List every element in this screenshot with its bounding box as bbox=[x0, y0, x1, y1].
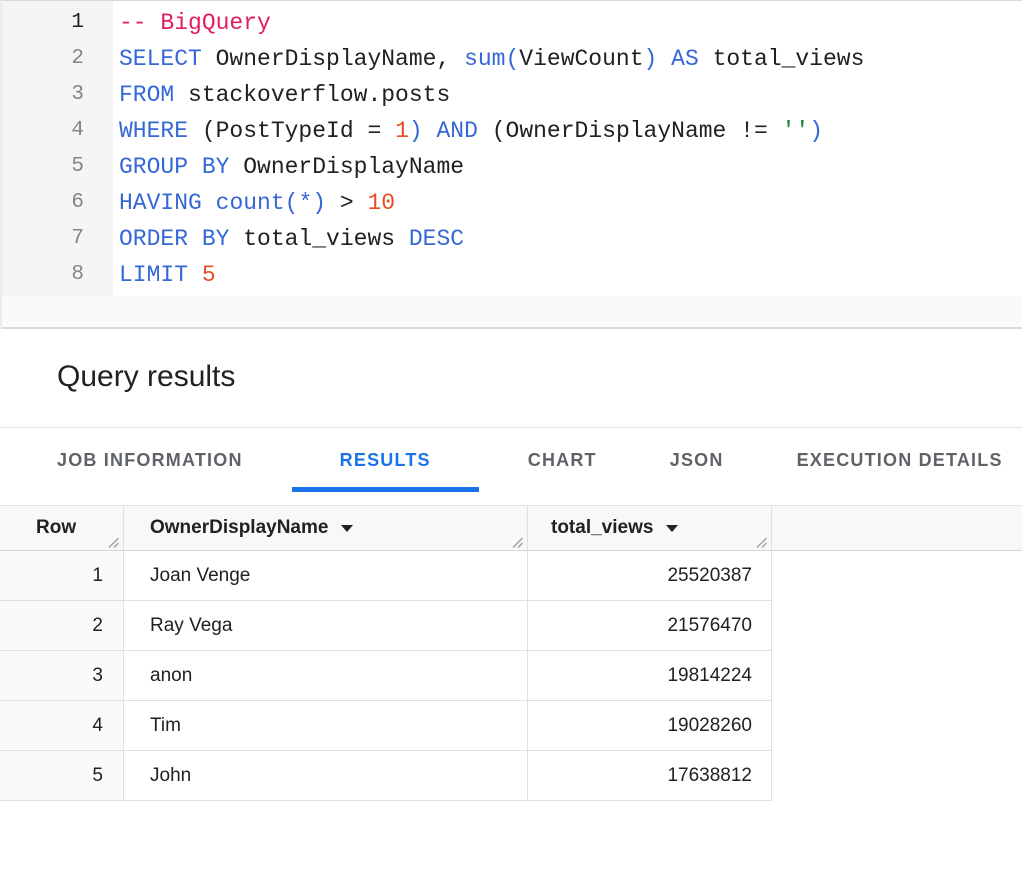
code-token-kw: sum( bbox=[464, 46, 519, 72]
code-token-id bbox=[202, 190, 216, 216]
code-token-id bbox=[657, 46, 671, 72]
code-token-str: '' bbox=[782, 118, 810, 144]
column-resize-grip-icon[interactable] bbox=[510, 535, 524, 549]
row-number-cell: 2 bbox=[0, 601, 124, 651]
results-table: Row OwnerDisplayName total_views 1Joan Ven… bbox=[0, 505, 1022, 801]
line-number: 6 bbox=[2, 185, 113, 221]
line-number: 5 bbox=[2, 149, 113, 185]
code-line: -- BigQuery bbox=[119, 5, 1022, 41]
code-token-id: stackoverflow.posts bbox=[174, 82, 450, 108]
code-token-kw: DESC bbox=[409, 226, 464, 252]
code-token-id: > bbox=[326, 190, 367, 216]
code-token-id: total_views bbox=[229, 226, 408, 252]
owner-display-name-cell: anon bbox=[124, 651, 528, 701]
column-header-ownerdisplayname: OwnerDisplayName bbox=[124, 506, 528, 550]
code-line: SELECT OwnerDisplayName, sum(ViewCount) … bbox=[119, 41, 1022, 77]
owner-display-name-cell: Joan Venge bbox=[124, 551, 528, 601]
code-token-id bbox=[188, 262, 202, 288]
table-row: 5John17638812 bbox=[0, 751, 1022, 801]
column-header-label: total_views bbox=[551, 517, 653, 539]
owner-display-name-cell: Ray Vega bbox=[124, 601, 528, 651]
row-number-cell: 4 bbox=[0, 701, 124, 751]
code-line: GROUP BY OwnerDisplayName bbox=[119, 149, 1022, 185]
tab-results[interactable]: RESULTS bbox=[292, 428, 479, 492]
total-views-cell: 25520387 bbox=[528, 551, 772, 601]
total-views-cell: 19028260 bbox=[528, 701, 772, 751]
row-number-cell: 5 bbox=[0, 751, 124, 801]
row-number-cell: 3 bbox=[0, 651, 124, 701]
line-number: 2 bbox=[2, 41, 113, 77]
tab-job-information[interactable]: JOB INFORMATION bbox=[33, 428, 267, 492]
code-token-kw: GROUP BY bbox=[119, 154, 229, 180]
sql-editor[interactable]: 12345678 -- BigQuerySELECT OwnerDisplayN… bbox=[0, 0, 1022, 329]
code-token-id: ViewCount bbox=[519, 46, 643, 72]
table-row: 1Joan Venge25520387 bbox=[0, 551, 1022, 601]
table-row: 3anon19814224 bbox=[0, 651, 1022, 701]
column-header-row: Row bbox=[0, 506, 124, 550]
owner-display-name-cell: John bbox=[124, 751, 528, 801]
column-header-label: OwnerDisplayName bbox=[150, 517, 328, 539]
column-resize-grip-icon[interactable] bbox=[106, 535, 120, 549]
results-table-body: 1Joan Venge255203872Ray Vega215764703ano… bbox=[0, 551, 1022, 801]
code-token-cmt: -- BigQuery bbox=[119, 10, 271, 36]
table-row: 2Ray Vega21576470 bbox=[0, 601, 1022, 651]
column-resize-grip-icon[interactable] bbox=[754, 535, 768, 549]
results-tab-bar: JOB INFORMATION RESULTS CHART JSON EXECUTION… bbox=[0, 428, 1022, 492]
code-token-kw: LIMIT bbox=[119, 262, 188, 288]
editor-footer-strip bbox=[2, 296, 1022, 329]
owner-display-name-cell: Tim bbox=[124, 701, 528, 751]
line-number: 7 bbox=[2, 221, 113, 257]
tab-execution-details[interactable]: EXECUTION DETAILS bbox=[773, 428, 1022, 492]
line-number-gutter: 12345678 bbox=[2, 1, 113, 296]
column-header-total_views: total_views bbox=[528, 506, 772, 550]
tabbar-gap bbox=[0, 492, 1022, 505]
tab-json[interactable]: JSON bbox=[646, 428, 748, 492]
total-views-cell: 17638812 bbox=[528, 751, 772, 801]
code-token-num: 5 bbox=[202, 262, 216, 288]
total-views-cell: 21576470 bbox=[528, 601, 772, 651]
code-token-kw: AND bbox=[437, 118, 478, 144]
results-table-header: Row OwnerDisplayName total_views bbox=[0, 505, 1022, 551]
line-number: 8 bbox=[2, 257, 113, 293]
code-token-id: OwnerDisplayName bbox=[229, 154, 464, 180]
code-token-kw: ) bbox=[809, 118, 823, 144]
code-token-kw: SELECT bbox=[119, 46, 202, 72]
line-number: 3 bbox=[2, 77, 113, 113]
line-number: 1 bbox=[2, 5, 113, 41]
code-line: HAVING count(*) > 10 bbox=[119, 185, 1022, 221]
code-token-kw: ) bbox=[644, 46, 658, 72]
code-line: FROM stackoverflow.posts bbox=[119, 77, 1022, 113]
code-token-kw: count(*) bbox=[216, 190, 326, 216]
code-line: WHERE (PostTypeId = 1) AND (OwnerDisplay… bbox=[119, 113, 1022, 149]
column-header-label: Row bbox=[36, 517, 76, 539]
code-token-id: (OwnerDisplayName != bbox=[478, 118, 782, 144]
code-token-num: 1 bbox=[395, 118, 409, 144]
code-token-kw: WHERE bbox=[119, 118, 188, 144]
sql-editor-content[interactable]: 12345678 -- BigQuerySELECT OwnerDisplayN… bbox=[2, 1, 1022, 296]
code-token-id bbox=[423, 118, 437, 144]
row-number-cell: 1 bbox=[0, 551, 124, 601]
code-token-kw: HAVING bbox=[119, 190, 202, 216]
code-token-num: 10 bbox=[367, 190, 395, 216]
query-results-section: Query results bbox=[0, 329, 1022, 428]
code-token-id: OwnerDisplayName, bbox=[202, 46, 464, 72]
code-token-kw: AS bbox=[671, 46, 699, 72]
query-results-title: Query results bbox=[0, 329, 1022, 394]
sql-code-area[interactable]: -- BigQuery SELECT OwnerDisplayName, sum(… bbox=[113, 1, 1022, 296]
tab-chart[interactable]: CHART bbox=[504, 428, 621, 492]
column-sort-dropdown-icon[interactable] bbox=[666, 525, 678, 532]
code-line: LIMIT 5 bbox=[119, 257, 1022, 293]
code-token-id: (PostTypeId = bbox=[188, 118, 395, 144]
total-views-cell: 19814224 bbox=[528, 651, 772, 701]
column-sort-dropdown-icon[interactable] bbox=[341, 525, 353, 532]
code-line: ORDER BY total_views DESC bbox=[119, 221, 1022, 257]
code-token-kw: FROM bbox=[119, 82, 174, 108]
code-token-kw: ) bbox=[409, 118, 423, 144]
column-header-filler bbox=[772, 506, 1022, 550]
code-token-kw: ORDER BY bbox=[119, 226, 229, 252]
code-token-id: total_views bbox=[699, 46, 865, 72]
table-row: 4Tim19028260 bbox=[0, 701, 1022, 751]
line-number: 4 bbox=[2, 113, 113, 149]
